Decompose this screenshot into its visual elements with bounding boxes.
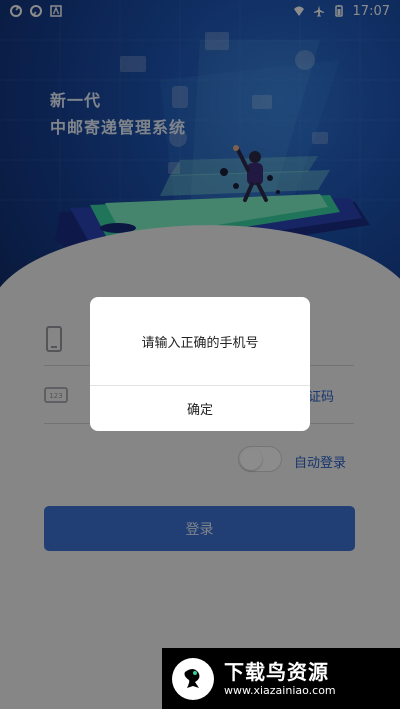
alert-dialog: 请输入正确的手机号 确定 <box>90 297 310 431</box>
bird-logo-icon <box>172 657 214 700</box>
dialog-ok-button[interactable]: 确定 <box>90 386 310 431</box>
watermark-title: 下载鸟资源 <box>224 659 329 684</box>
watermark-url: www.xiazainiao.com <box>224 683 336 697</box>
watermark-banner: 下载鸟资源 www.xiazainiao.com <box>162 648 400 709</box>
dialog-message: 请输入正确的手机号 <box>141 335 259 351</box>
watermark-text: 下载鸟资源 www.xiazainiao.com <box>224 660 336 698</box>
